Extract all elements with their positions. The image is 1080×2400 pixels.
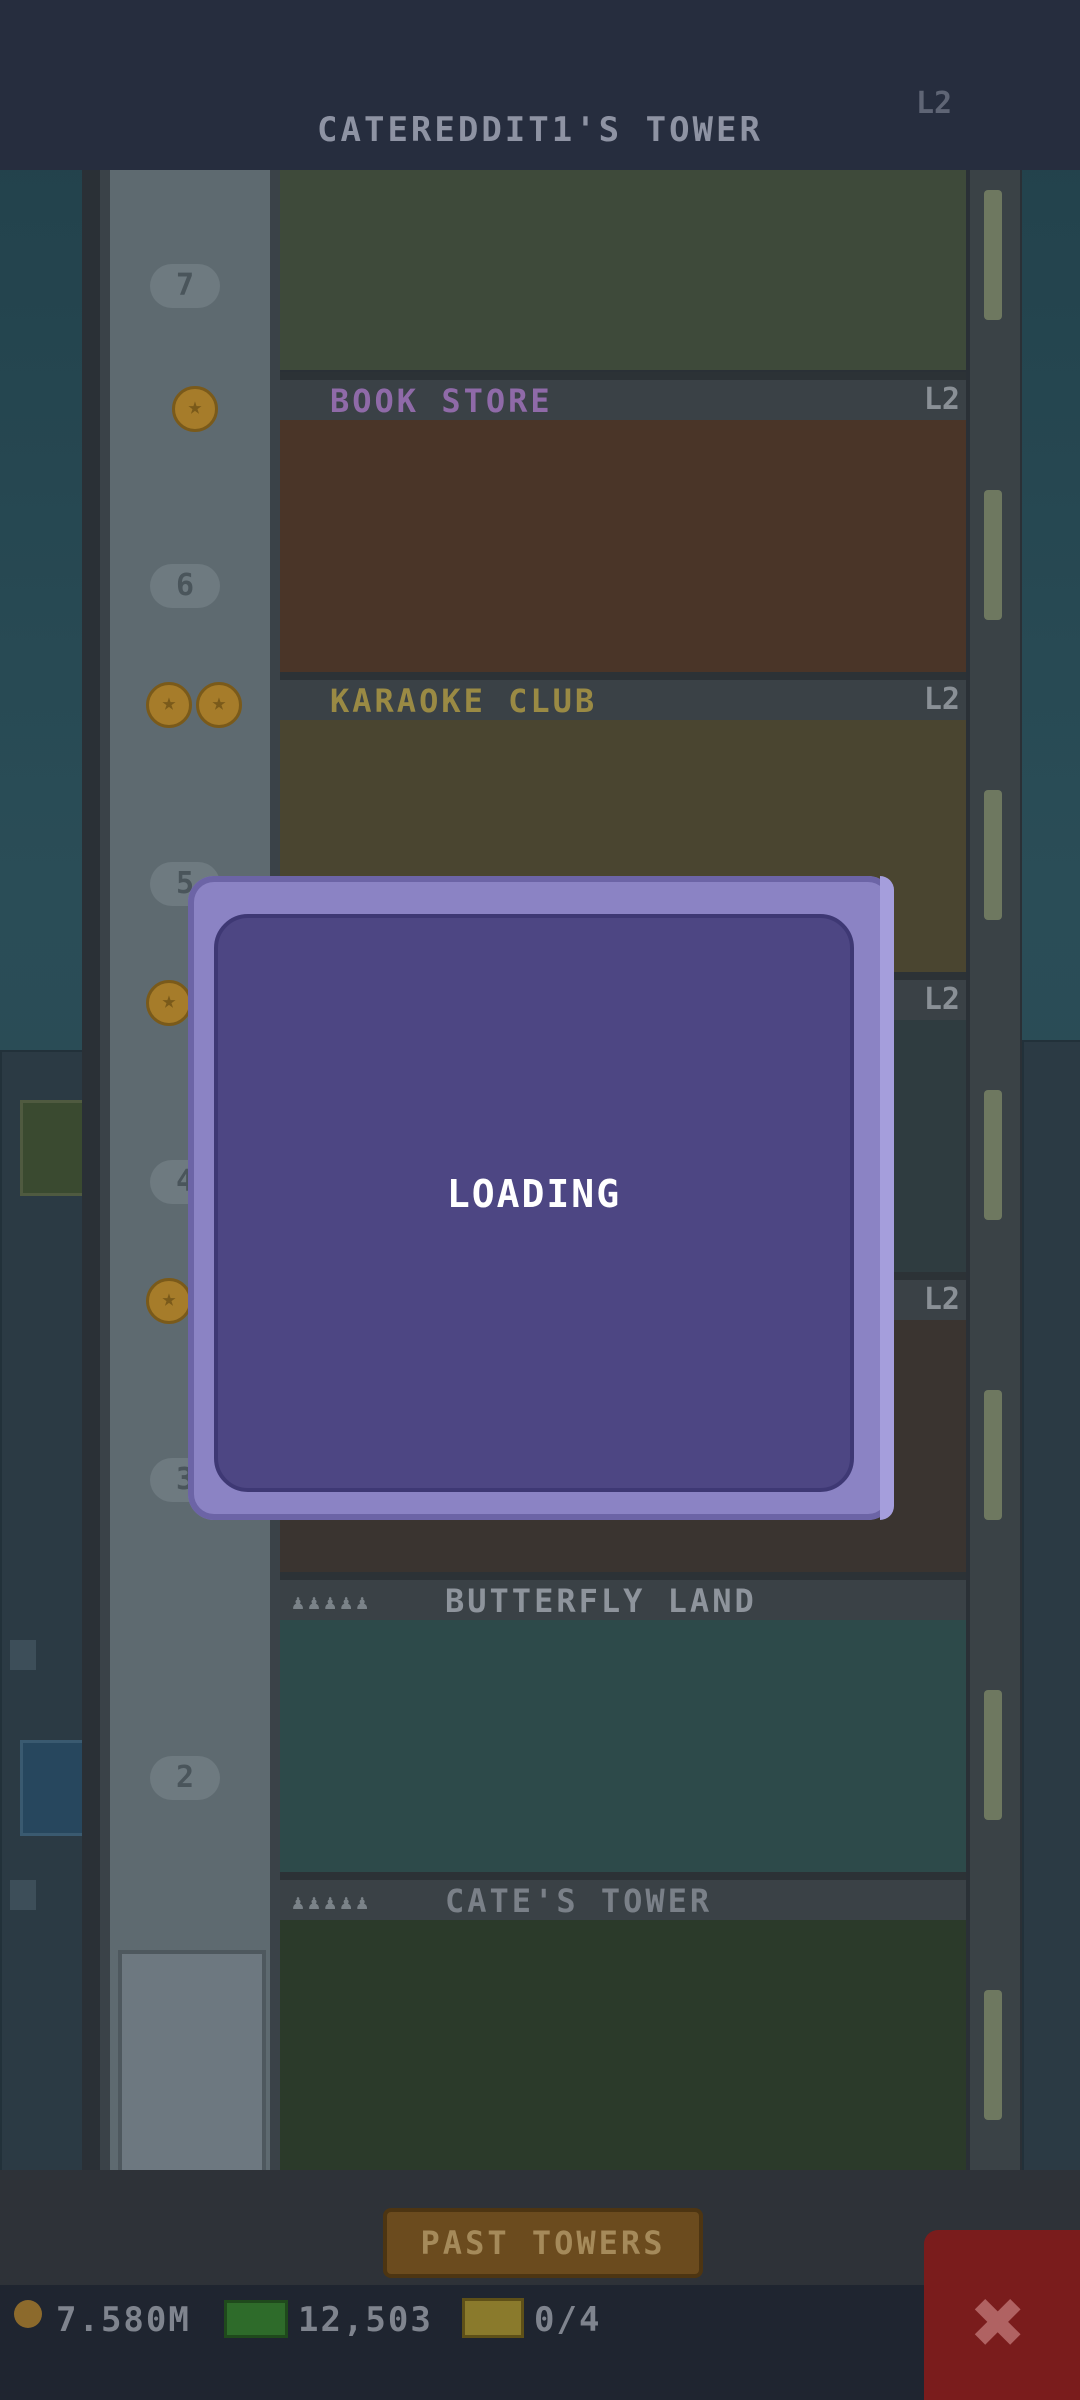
loading-dialog-edge (880, 876, 894, 1520)
loading-message: LOADING (446, 1172, 622, 1216)
